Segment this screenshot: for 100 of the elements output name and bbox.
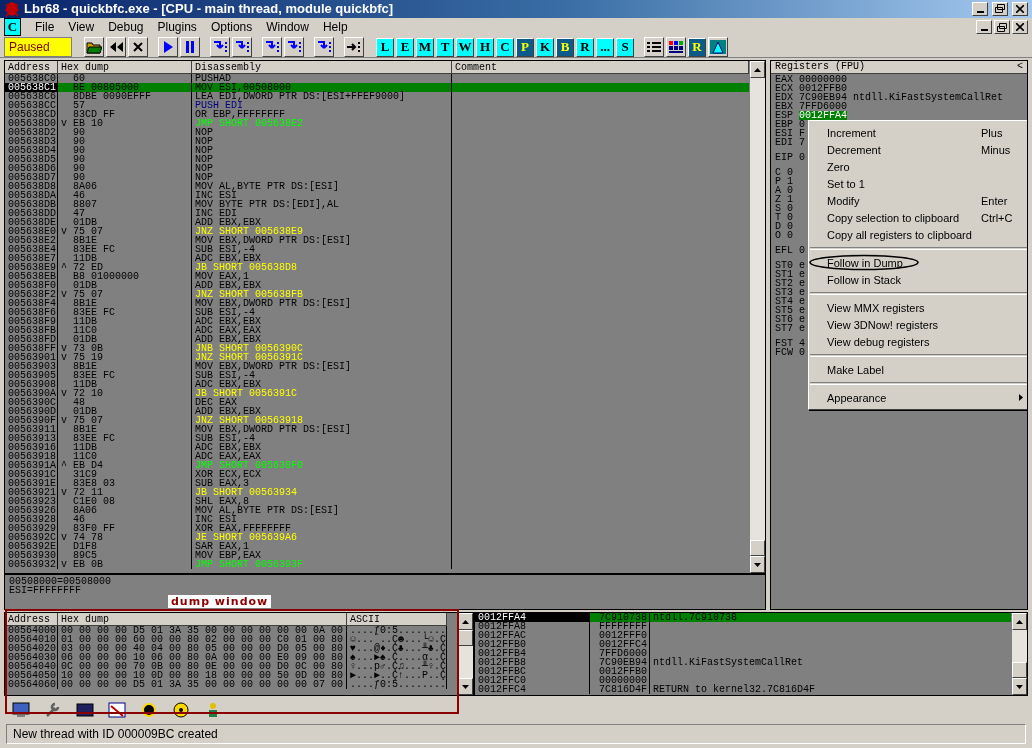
- shortcut-letter-button[interactable]: S: [616, 37, 634, 57]
- register-value[interactable]: 7FFD6000: [799, 102, 848, 111]
- trace-into-button[interactable]: [262, 37, 282, 57]
- register-value[interactable]: 0: [799, 153, 806, 162]
- code-row[interactable]: 00563930 89C5 MOV EBP,EAX: [5, 551, 749, 560]
- code-row[interactable]: 005638F0 01DB ADD EBX,EBX: [5, 281, 749, 290]
- restart-button[interactable]: [106, 37, 126, 57]
- shortcut-letter-button[interactable]: R: [576, 37, 594, 57]
- code-row[interactable]: 0056392E D1F8 SAR EAX,1: [5, 542, 749, 551]
- stack-row[interactable]: 0012FFC0 00000000: [475, 676, 1011, 685]
- stack-row[interactable]: 0012FFB8 7C90EB94 ntdll.KiFastSystemCallRet: [475, 658, 1011, 667]
- stack-row[interactable]: 0012FFBC 0012FFB0: [475, 667, 1011, 676]
- code-row[interactable]: 005638D7 90 NOP: [5, 173, 749, 182]
- code-row[interactable]: 0056391C 31C9 XOR ECX,ECX: [5, 470, 749, 479]
- close-button[interactable]: [128, 37, 148, 57]
- code-row[interactable]: 005638FB 11C0 ADC EAX,EAX: [5, 326, 749, 335]
- menu-item[interactable]: Debug: [102, 18, 150, 37]
- menu-item[interactable]: Appearance: [809, 389, 1027, 406]
- code-row[interactable]: 005638F4 8B1E MOV EBX,DWORD PTR DS:[ESI]: [5, 299, 749, 308]
- code-row[interactable]: 005638E7 11DB ADC EBX,EBX: [5, 254, 749, 263]
- code-row[interactable]: 0056391E 83E8 03 SUB EAX,3: [5, 479, 749, 488]
- menu-item[interactable]: Copy selection to clipboard Ctrl+C: [809, 209, 1027, 226]
- code-row[interactable]: 00563926 8A06 MOV AL,BYTE PTR DS:[ESI]: [5, 506, 749, 515]
- code-row[interactable]: 005638DE 01DB ADD EBX,EBX: [5, 218, 749, 227]
- stack-row[interactable]: 0012FFB4 7FFD6000: [475, 649, 1011, 658]
- code-row[interactable]: 005638C6 8DBE 0090EFFF LEA EDI,DWORD PTR DS:[ESI+FFEF9000]: [5, 92, 749, 101]
- shortcut-letter-button[interactable]: W: [456, 37, 474, 57]
- column-header[interactable]: Hex dump: [58, 613, 347, 626]
- code-row[interactable]: 00563901 v 75 19 JNZ SHORT 0056391C: [5, 353, 749, 362]
- scroll-up-button[interactable]: [1012, 613, 1027, 630]
- menu-item[interactable]: View debug registers: [809, 333, 1027, 350]
- code-row[interactable]: 005638F2 v 75 07 JNZ SHORT 005638FB: [5, 290, 749, 299]
- code-row[interactable]: 005638D0 v EB 10 JMP SHORT 005638E2: [5, 119, 749, 128]
- register-value[interactable]: 0: [787, 204, 794, 213]
- code-row[interactable]: 005638E0 v 75 07 JNZ SHORT 005638E9: [5, 227, 749, 236]
- register-value[interactable]: 00000000: [799, 75, 848, 84]
- column-header[interactable]: Disassembly: [192, 61, 452, 74]
- scroll-thumb[interactable]: [750, 540, 765, 556]
- restore-button[interactable]: [994, 20, 1010, 35]
- code-row[interactable]: 005638E2 8B1E MOV EBX,DWORD PTR DS:[ESI]: [5, 236, 749, 245]
- column-header[interactable]: Comment: [452, 61, 749, 74]
- register-value[interactable]: 0012FFB0: [799, 84, 848, 93]
- code-row[interactable]: 005638D4 90 NOP: [5, 146, 749, 155]
- register-value[interactable]: 0: [787, 168, 794, 177]
- menu-item[interactable]: Make Label: [809, 361, 1027, 378]
- shortcut-letter-button[interactable]: M: [416, 37, 434, 57]
- code-row[interactable]: 00563916 11DB ADC EBX,EBX: [5, 443, 749, 452]
- menu-item[interactable]: Follow in Dump: [809, 254, 1027, 271]
- monitor-icon[interactable]: [12, 702, 30, 718]
- scroll-down-button[interactable]: [750, 556, 765, 573]
- code-row[interactable]: 005638CD 83CD FF OR EBP,FFFFFFFF: [5, 110, 749, 119]
- menu-item[interactable]: File: [29, 18, 61, 37]
- restore-button[interactable]: [992, 1, 1008, 16]
- code-row[interactable]: 00563928 46 INC ESI: [5, 515, 749, 524]
- register-value[interactable]: 7: [799, 138, 806, 147]
- code-row[interactable]: 005638D5 90 NOP: [5, 155, 749, 164]
- code-row[interactable]: 005638FD 01DB ADD EBX,EBX: [5, 335, 749, 344]
- minimize-button[interactable]: [976, 20, 992, 35]
- step-over-button[interactable]: [232, 37, 252, 57]
- shortcut-letter-button[interactable]: H: [476, 37, 494, 57]
- menu-item[interactable]: Options: [204, 18, 259, 37]
- menu-item[interactable]: Increment Plus: [809, 124, 1027, 141]
- code-row[interactable]: 005638DA 46 INC ESI: [5, 191, 749, 200]
- menu-item[interactable]: Set to 1: [809, 175, 1027, 192]
- register-value[interactable]: e: [799, 288, 806, 297]
- register-value[interactable]: 0: [799, 246, 806, 255]
- column-header[interactable]: Address: [5, 613, 58, 626]
- register-value[interactable]: 0: [799, 120, 806, 129]
- column-header[interactable]: Address: [5, 61, 58, 74]
- goto-button[interactable]: [344, 37, 364, 57]
- minimize-button[interactable]: [972, 1, 988, 16]
- scroll-thumb[interactable]: [1012, 662, 1027, 678]
- register-value[interactable]: 0: [787, 222, 794, 231]
- code-row[interactable]: 0056392C v 74 78 JE SHORT 005639A6: [5, 533, 749, 542]
- menu-item[interactable]: Help: [316, 18, 354, 37]
- code-row[interactable]: 005638E9 ^ 72 ED JB SHORT 005638D8: [5, 263, 749, 272]
- shortcut-letter-button[interactable]: L: [376, 37, 394, 57]
- menu-item[interactable]: View 3DNow! registers: [809, 316, 1027, 333]
- register-value[interactable]: 1: [787, 195, 794, 204]
- code-row[interactable]: 00563932 v EB 0B JMP SHORT 0056393F: [5, 560, 749, 569]
- stack-row[interactable]: 0012FFC4 7C816D4F RETURN to kernel32.7C816D4F: [475, 685, 1011, 694]
- register-value[interactable]: e: [799, 306, 806, 315]
- register-value[interactable]: 7C90EB94: [799, 93, 848, 102]
- register-value[interactable]: 0: [787, 213, 794, 222]
- code-row[interactable]: 00563913 83EE FC SUB ESI,-4: [5, 434, 749, 443]
- code-row[interactable]: 00563923 C1E0 08 SHL EAX,8: [5, 497, 749, 506]
- register-value[interactable]: e: [799, 279, 806, 288]
- register-value[interactable]: 0: [787, 186, 794, 195]
- cpu-window-icon[interactable]: C: [4, 18, 21, 37]
- view-button[interactable]: R: [688, 37, 706, 57]
- code-row[interactable]: 00563929 83F0 FF XOR EAX,FFFFFFFF: [5, 524, 749, 533]
- open-button[interactable]: [84, 37, 104, 57]
- menu-item[interactable]: Plugins: [151, 18, 203, 37]
- code-row[interactable]: 005638CC 57 PUSH EDI: [5, 101, 749, 110]
- scrollbar[interactable]: [1011, 613, 1027, 695]
- column-header[interactable]: Hex dump: [58, 61, 192, 74]
- register-value[interactable]: 0012FFA4: [799, 111, 848, 120]
- radiation-icon[interactable]: [172, 702, 190, 718]
- pause-button[interactable]: [180, 37, 200, 57]
- menu-item[interactable]: Decrement Minus: [809, 141, 1027, 158]
